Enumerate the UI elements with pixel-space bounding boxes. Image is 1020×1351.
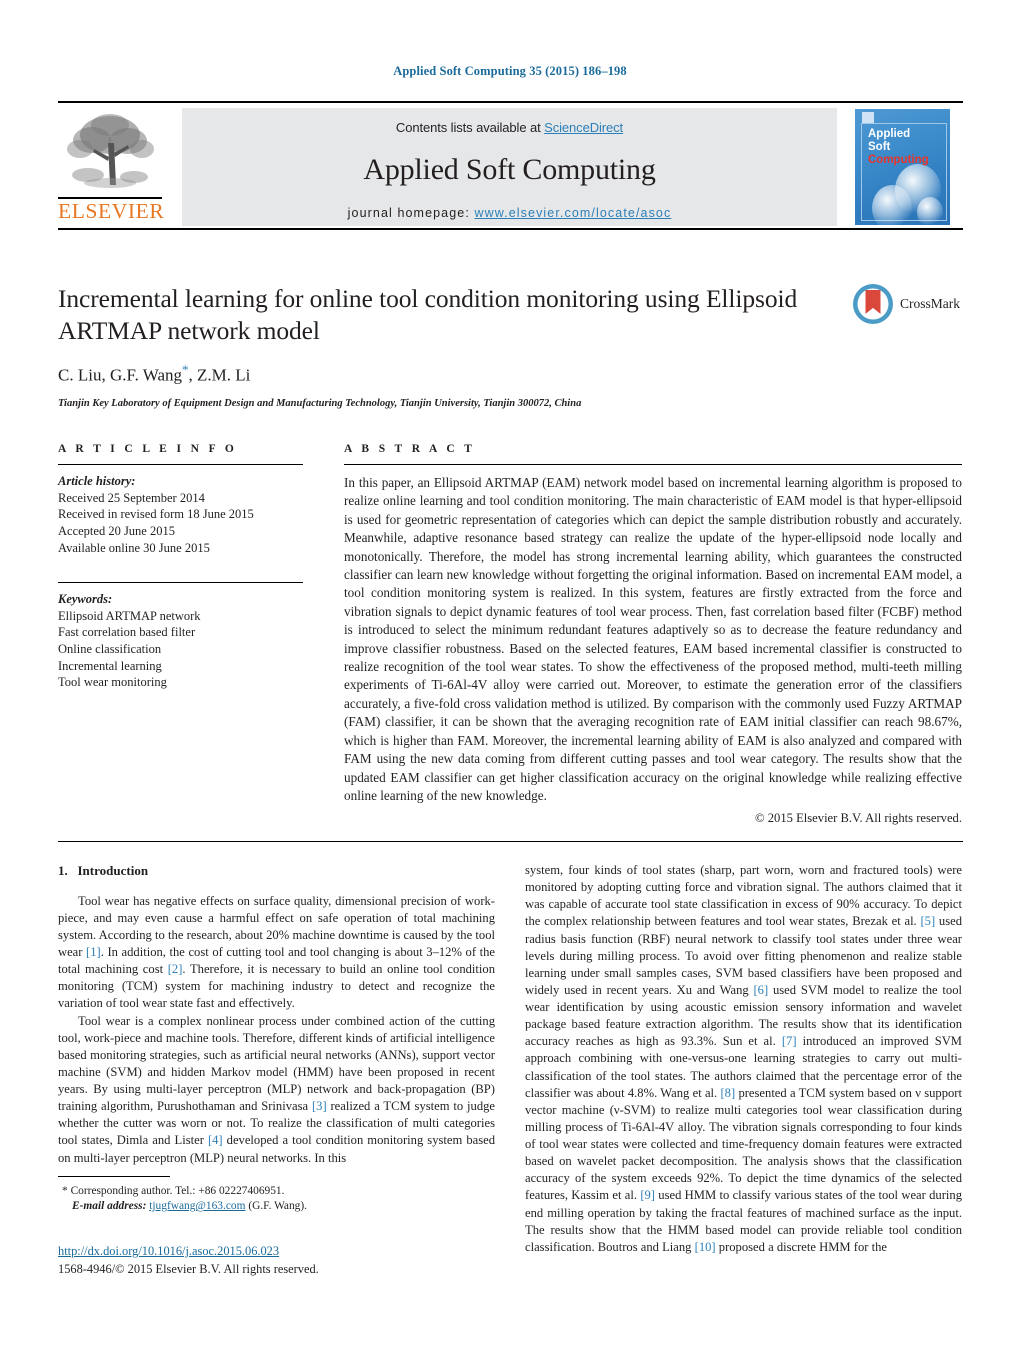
paragraph-text: proposed a discrete HMM for the bbox=[715, 1239, 887, 1254]
author-names-tail: , Z.M. Li bbox=[188, 365, 251, 385]
article-history: Article history: Received 25 September 2… bbox=[58, 473, 303, 556]
citation-link[interactable]: [9] bbox=[640, 1188, 655, 1202]
right-column-paragraphs: system, four kinds of tool states (sharp… bbox=[525, 862, 962, 1256]
crossmark-label: CrossMark bbox=[900, 296, 960, 311]
article-info-column: A R T I C L E I N F O Article history: R… bbox=[58, 443, 303, 691]
article-info-heading: A R T I C L E I N F O bbox=[58, 443, 238, 455]
divider bbox=[58, 582, 303, 584]
divider bbox=[58, 464, 303, 465]
affiliation: Tianjin Key Laboratory of Equipment Desi… bbox=[58, 397, 582, 409]
author-names: C. Liu, G.F. Wang bbox=[58, 365, 182, 385]
cover-blob bbox=[872, 185, 912, 225]
running-head: Applied Soft Computing 35 (2015) 186–198 bbox=[393, 64, 627, 78]
keyword-item: Fast correlation based filter bbox=[58, 625, 196, 640]
cover-title-line2: Soft bbox=[868, 140, 891, 153]
cover-artwork: Applied Soft Computing bbox=[855, 109, 950, 225]
journal-title: Applied Soft Computing bbox=[363, 153, 656, 186]
doi-footer: http://dx.doi.org/10.1016/j.asoc.2015.06… bbox=[58, 1243, 558, 1278]
elsevier-logo: ELSEVIER bbox=[58, 109, 166, 225]
divider bbox=[58, 841, 963, 842]
journal-masthead: ELSEVIER Contents lists available at Sci… bbox=[58, 101, 963, 230]
body-paragraph: Tool wear has negative effects on surfac… bbox=[58, 893, 495, 1013]
abstract-text: In this paper, an Ellipsoid ARTMAP (EAM)… bbox=[344, 475, 962, 803]
citation-link[interactable]: [10] bbox=[695, 1240, 716, 1254]
divider bbox=[344, 464, 962, 465]
copyright-line: © 2015 Elsevier B.V. All rights reserved… bbox=[755, 811, 962, 826]
journal-homepage-link[interactable]: www.elsevier.com/locate/asoc bbox=[474, 206, 671, 220]
body-column-right: system, four kinds of tool states (sharp… bbox=[525, 862, 962, 1256]
history-item: Accepted 20 June 2015 bbox=[58, 523, 175, 538]
cover-title-line1: Applied bbox=[868, 128, 911, 140]
issn-copyright-line: 1568-4946/© 2015 Elsevier B.V. All right… bbox=[58, 1261, 319, 1276]
author-list: C. Liu, G.F. Wang*, Z.M. Li bbox=[58, 362, 848, 386]
footnote-rule bbox=[58, 1176, 170, 1177]
footnote-corresponding-text: Corresponding author. Tel.: +86 02227406… bbox=[70, 1185, 285, 1197]
journal-cover-thumbnail: Applied Soft Computing bbox=[845, 107, 958, 227]
elsevier-wordmark: ELSEVIER bbox=[58, 198, 165, 223]
footnote-email: E-mail address: tjugfwang@163.com (G.F. … bbox=[58, 1199, 495, 1214]
email-owner: (G.F. Wang). bbox=[248, 1200, 308, 1213]
masthead-band: Contents lists available at ScienceDirec… bbox=[182, 108, 837, 226]
section-heading: 1. Introduction bbox=[58, 862, 495, 880]
footnote-corresponding: * Corresponding author. Tel.: +86 022274… bbox=[58, 1184, 495, 1199]
footnote-marker: * bbox=[62, 1185, 68, 1197]
sciencedirect-link[interactable]: ScienceDirect bbox=[544, 120, 623, 135]
title-block: Incremental learning for online tool con… bbox=[58, 283, 848, 409]
citation-link[interactable]: [6] bbox=[753, 983, 768, 997]
keywords-label: Keywords: bbox=[58, 592, 113, 607]
section-number: 1. bbox=[58, 863, 68, 878]
left-column-paragraphs: Tool wear has negative effects on surfac… bbox=[58, 893, 495, 1167]
keyword-item: Incremental learning bbox=[58, 658, 162, 673]
citation-link[interactable]: [7] bbox=[782, 1034, 797, 1048]
history-item: Received 25 September 2014 bbox=[58, 490, 205, 505]
citation-link[interactable]: [3] bbox=[312, 1099, 327, 1113]
body-paragraph: Tool wear is a complex nonlinear process… bbox=[58, 1013, 495, 1167]
citation-link[interactable]: [8] bbox=[720, 1086, 735, 1100]
paragraph-text: presented a TCM system based on ν suppor… bbox=[525, 1085, 962, 1203]
section-title: Introduction bbox=[77, 863, 149, 878]
article-title: Incremental learning for online tool con… bbox=[58, 284, 798, 346]
body-column-left: 1. Introduction Tool wear has negative e… bbox=[58, 862, 495, 1167]
citation-link[interactable]: [1] bbox=[86, 945, 101, 959]
history-item: Received in revised form 18 June 2015 bbox=[58, 507, 254, 522]
cover-title: Applied Soft Computing bbox=[868, 128, 929, 167]
keyword-item: Tool wear monitoring bbox=[58, 675, 167, 690]
email-label: E-mail address: bbox=[72, 1200, 147, 1213]
corresponding-author-footnote: * Corresponding author. Tel.: +86 022274… bbox=[58, 1176, 495, 1215]
keyword-item: Online classification bbox=[58, 642, 162, 656]
keyword-item: Ellipsoid ARTMAP network bbox=[58, 608, 201, 623]
abstract-column: A B S T R A C T In this paper, an Ellips… bbox=[344, 443, 962, 826]
doi-link[interactable]: http://dx.doi.org/10.1016/j.asoc.2015.06… bbox=[58, 1244, 279, 1258]
journal-article-first-page: Applied Soft Computing 35 (2015) 186–198 bbox=[0, 0, 1020, 1351]
crossmark-icon bbox=[853, 284, 893, 324]
abstract-heading: A B S T R A C T bbox=[344, 443, 476, 455]
crossmark-badge[interactable]: CrossMark bbox=[852, 283, 962, 335]
cover-stamp-icon bbox=[862, 112, 874, 123]
citation-link[interactable]: [2] bbox=[168, 962, 183, 976]
keywords-block: Keywords: Ellipsoid ARTMAP network Fast … bbox=[58, 591, 303, 691]
journal-homepage-line: journal homepage: www.elsevier.com/locat… bbox=[182, 206, 837, 220]
contents-prefix: Contents lists available at bbox=[395, 120, 545, 135]
paragraph-text: system, four kinds of tool states (sharp… bbox=[525, 863, 962, 929]
article-history-label: Article history: bbox=[58, 474, 136, 488]
history-item: Available online 30 June 2015 bbox=[58, 540, 210, 555]
contents-available-line: Contents lists available at ScienceDirec… bbox=[182, 108, 837, 135]
email-link[interactable]: tjugfwang@163.com bbox=[149, 1200, 245, 1212]
cover-title-line3: Computing bbox=[868, 153, 929, 166]
citation-link[interactable]: [4] bbox=[208, 1133, 223, 1147]
elsevier-tree-icon bbox=[58, 109, 162, 197]
homepage-label: journal homepage: bbox=[347, 206, 470, 220]
cover-blob bbox=[917, 197, 943, 225]
body-paragraph: system, four kinds of tool states (sharp… bbox=[525, 862, 962, 1256]
citation-link[interactable]: [5] bbox=[920, 914, 935, 928]
